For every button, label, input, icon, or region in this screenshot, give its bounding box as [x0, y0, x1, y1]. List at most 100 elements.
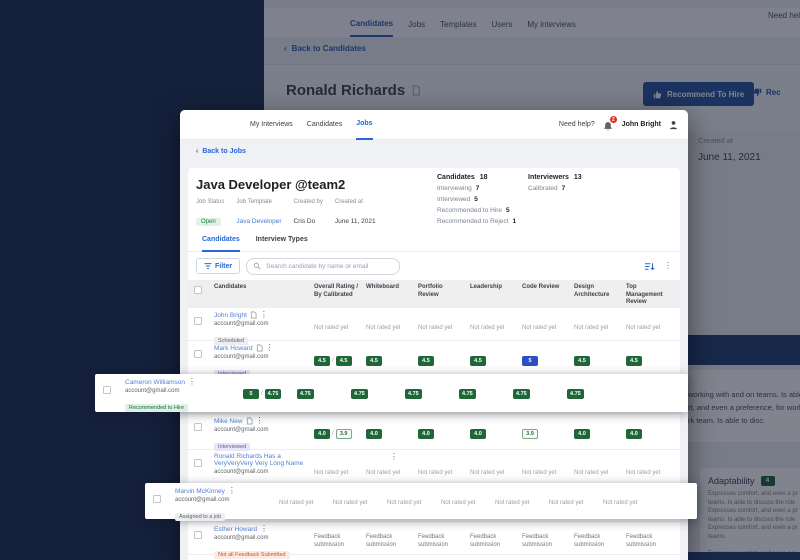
- notification-bell-icon[interactable]: 2: [603, 119, 614, 130]
- kebab-menu-icon[interactable]: ⋮: [188, 378, 196, 386]
- candidate-name-link[interactable]: Mark Howard: [214, 345, 253, 352]
- candidate-email: account@gmail.com: [214, 469, 310, 475]
- rating-badge: 5: [522, 356, 538, 366]
- main-nav-tabs: My Interviews Candidates Jobs: [250, 110, 373, 140]
- rating-badge: 4.0: [366, 429, 382, 439]
- nav-tab-my-interviews[interactable]: My Interviews: [250, 110, 293, 140]
- sort-icon[interactable]: [644, 261, 655, 272]
- stat-item-label: Interviewing: [437, 185, 472, 192]
- not-rated-text: Not rated yet: [441, 500, 475, 506]
- back-to-jobs-link[interactable]: ‹Back to Jobs: [180, 140, 688, 155]
- candidate-row-ronald-richards[interactable]: Ronald Richards Has a VeryVeryVery Very …: [188, 449, 680, 484]
- candidate-name-link[interactable]: John Bright: [214, 312, 247, 319]
- column-header-code-review: Code Review: [522, 280, 574, 307]
- need-help-link[interactable]: Need help?: [559, 121, 595, 128]
- rating-cell: 4.75: [459, 374, 513, 414]
- stat-item: Recommended to Reject1: [437, 218, 516, 225]
- not-rated-text: Not rated yet: [418, 470, 452, 476]
- search-input[interactable]: [264, 262, 388, 271]
- job-meta-label: Created at: [335, 199, 376, 205]
- candidate-row-mark-howard[interactable]: Mark Howard⋮account@gmail.comInterviewed…: [188, 340, 680, 374]
- stat-item: Calibrated7: [528, 185, 582, 192]
- row-checkbox[interactable]: [194, 459, 202, 467]
- job-meta-item: Job TemplateJava Developer: [236, 199, 281, 228]
- candidate-row-esther-howard[interactable]: Esther Howard⋮account@gmail.comNot all F…: [188, 521, 680, 554]
- rating-badge: 4.75: [265, 389, 282, 399]
- kebab-menu-icon[interactable]: ⋮: [228, 487, 236, 495]
- rating-cell: Feedback submission: [626, 522, 678, 560]
- stat-item: Recommended to Hire5: [437, 207, 516, 214]
- content-tab-candidates[interactable]: Candidates: [202, 236, 240, 252]
- rating-cell: 4.75: [297, 374, 351, 414]
- rating-cell: Not rated yet: [387, 483, 441, 523]
- candidate-row-mike-new[interactable]: Mike New⋮account@gmail.comInterviewed4.0…: [188, 413, 680, 449]
- row-checkbox[interactable]: [194, 317, 202, 325]
- content-tab-interview-types[interactable]: Interview Types: [256, 236, 308, 252]
- candidate-cell: Cameron Williamson⋮account@gmail.comReco…: [125, 374, 243, 414]
- not-rated-text: Not rated yet: [314, 325, 348, 331]
- not-rated-text: Not rated yet: [574, 470, 608, 476]
- rating-badge: 4.0: [626, 429, 642, 439]
- checkbox-cell: [103, 374, 125, 414]
- rating-separator: /: [261, 391, 263, 397]
- rating-badge: 4.5: [336, 356, 352, 366]
- main-nav-bar: My Interviews Candidates Jobs Need help? 2…: [180, 110, 688, 140]
- rating-cell: 4.0: [418, 414, 470, 453]
- user-name[interactable]: John Bright: [622, 121, 661, 128]
- candidate-name-link[interactable]: Marvin McKinney: [175, 488, 225, 495]
- not-rated-text: Not rated yet: [549, 500, 583, 506]
- candidate-row-popout-marvin-mckinney[interactable]: Marvin McKinney⋮account@gmail.comAssigne…: [145, 483, 697, 519]
- candidate-name-line: John Bright ⋮: [214, 311, 310, 319]
- kebab-menu-icon[interactable]: ⋮: [256, 417, 264, 425]
- rating-separator: /: [332, 431, 334, 437]
- not-rated-text: Not rated yet: [387, 500, 421, 506]
- candidate-row-john-bright[interactable]: John Bright⋮account@gmail.comScheduledNo…: [188, 307, 680, 340]
- kebab-menu-icon[interactable]: ⋮: [260, 525, 268, 533]
- rating-cell: 3.9: [522, 414, 574, 453]
- user-avatar-icon[interactable]: [669, 120, 678, 130]
- row-checkbox[interactable]: [194, 531, 202, 539]
- rating-badge: 5: [243, 389, 259, 399]
- rating-badge: 4.75: [513, 389, 530, 399]
- row-checkbox[interactable]: [194, 350, 202, 358]
- checkbox-cell: [153, 483, 175, 523]
- kebab-menu-icon[interactable]: ⋮: [390, 453, 398, 461]
- kebab-menu-icon[interactable]: ⋮: [266, 344, 274, 352]
- kebab-menu-icon[interactable]: ⋮: [664, 262, 672, 270]
- rating-cell: 4.0/3.9: [314, 414, 366, 453]
- stat-item: Interviewed5: [437, 196, 516, 203]
- row-checkbox[interactable]: [194, 423, 202, 431]
- select-all-checkbox[interactable]: [194, 286, 202, 294]
- not-rated-text: Not rated yet: [333, 500, 367, 506]
- feedback-submission-text: Feedback submission: [574, 534, 614, 549]
- candidate-status-line: Not all Feedback Submitted: [214, 543, 310, 560]
- stats-block-interviewers: Interviewers13Calibrated7: [528, 174, 582, 192]
- candidate-name-link[interactable]: Ronald Richards Has a VeryVeryVery Very …: [214, 453, 310, 467]
- kebab-menu-icon[interactable]: ⋮: [260, 311, 268, 319]
- stats-value: 18: [480, 174, 488, 181]
- column-header-overall-rating-by-calibrated: Overall Rating / By Calibrated: [314, 280, 366, 307]
- candidate-name-link[interactable]: Cameron Williamson: [125, 379, 185, 386]
- job-meta-value: June 11, 2021: [335, 218, 376, 225]
- filter-button[interactable]: Filter: [196, 258, 240, 274]
- job-meta-label: Job Status: [196, 199, 224, 205]
- nav-tab-jobs[interactable]: Jobs: [356, 110, 372, 140]
- candidate-cell: Esther Howard⋮account@gmail.comNot all F…: [214, 522, 314, 560]
- candidate-status-line: Recommended to Hire: [125, 396, 239, 414]
- candidate-row-popout-cameron-williamson[interactable]: Cameron Williamson⋮account@gmail.comReco…: [95, 374, 688, 412]
- not-rated-text: Not rated yet: [574, 325, 608, 331]
- job-template-link[interactable]: Java Developer: [236, 218, 281, 225]
- rating-cell: 5/4.75: [243, 374, 297, 414]
- nav-tab-candidates[interactable]: Candidates: [307, 110, 342, 140]
- stat-item-label: Interviewed: [437, 196, 470, 203]
- rating-badge: 4.75: [405, 389, 422, 399]
- candidate-name-link[interactable]: Esther Howard: [214, 526, 257, 533]
- rating-cell: Not rated yet: [549, 483, 603, 523]
- row-checkbox[interactable]: [153, 495, 161, 503]
- notification-count-badge: 2: [610, 116, 617, 123]
- column-header-portfolio-review: Portfolio Review: [418, 280, 470, 307]
- row-checkbox[interactable]: [103, 386, 111, 394]
- job-meta-item: Created at June 11, 2021: [335, 199, 376, 228]
- candidate-name-link[interactable]: Mike New: [214, 418, 243, 425]
- rating-cell: 4.75: [567, 374, 621, 414]
